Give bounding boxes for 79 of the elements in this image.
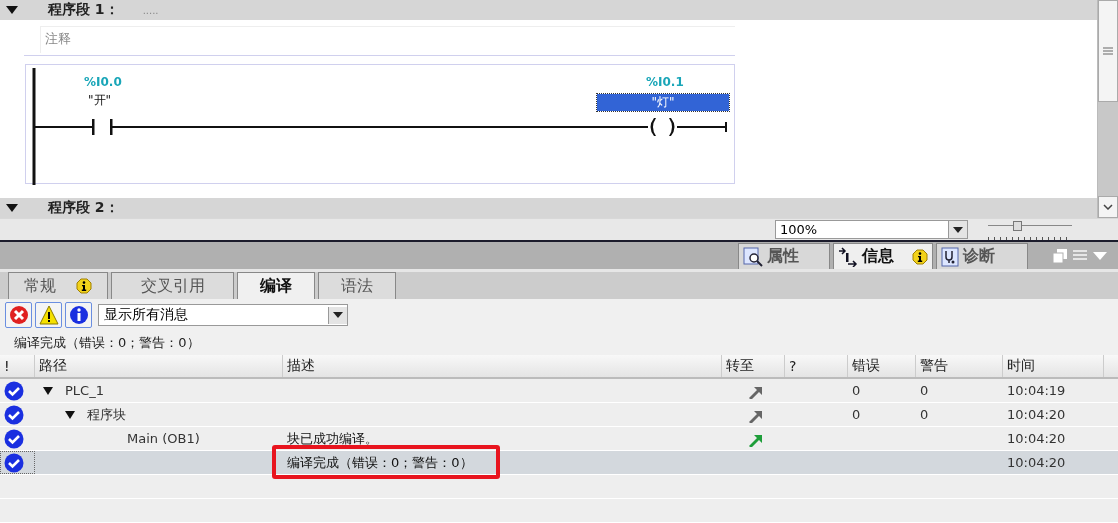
column-header[interactable]: 警告 <box>916 355 1003 377</box>
coil-symbol[interactable] <box>650 118 675 137</box>
coil-address: %I0.1 <box>646 75 684 90</box>
dropdown-arrow-icon <box>333 312 343 318</box>
timestamp: 10:04:19 <box>1007 383 1066 398</box>
error-count: 0 <box>852 383 861 398</box>
warning-icon <box>38 305 59 325</box>
timestamp: 10:04:20 <box>1007 431 1066 446</box>
dropdown-arrow-icon <box>953 226 963 233</box>
inspector-tab[interactable]: 诊断 <box>936 243 1028 269</box>
timestamp: 10:04:20 <box>1007 455 1066 470</box>
slider-thumb[interactable] <box>1013 221 1023 231</box>
message-tab[interactable]: 编译 <box>237 272 315 299</box>
info-filter-button[interactable] <box>65 302 92 328</box>
contact-tag[interactable]: "开" <box>88 92 112 110</box>
message-tab[interactable]: 交叉引用 <box>111 272 234 299</box>
inspector-tab[interactable]: 属性 <box>738 243 830 269</box>
contact-symbol[interactable] <box>92 119 113 136</box>
column-header[interactable]: 转至 <box>722 355 785 377</box>
stethoscope-icon <box>941 246 959 267</box>
success-check-icon <box>4 428 24 449</box>
message-tab[interactable]: 常规 <box>8 272 108 299</box>
table-row[interactable]: 程序块 0 0 10:04:20 <box>0 403 1118 427</box>
magnifier-document-icon <box>743 246 763 267</box>
inspector-tab[interactable]: 信息 <box>833 243 933 269</box>
grip-icon <box>1103 47 1113 55</box>
success-check-icon <box>4 404 24 425</box>
scroll-thumb[interactable] <box>1098 0 1118 102</box>
table-row[interactable]: 编译完成（错误：0；警告：0） 10:04:20 <box>0 451 1118 475</box>
success-check-icon <box>4 452 24 473</box>
message-text: 块已成功编译。 <box>287 429 378 448</box>
info-arrows-icon <box>838 246 858 267</box>
tab-label: 常规 <box>24 275 56 297</box>
contact-address: %I0.0 <box>84 75 122 90</box>
tab-label: 属性 <box>767 246 799 267</box>
scroll-down-button[interactable] <box>1098 196 1118 218</box>
tab-label: 交叉引用 <box>140 275 205 297</box>
network-comment-hint: ..... <box>142 4 159 16</box>
network-title: 程序段 1： <box>48 1 119 19</box>
column-header[interactable]: ! <box>0 355 35 377</box>
column-header[interactable]: 描述 <box>283 355 722 377</box>
expand-caret-icon[interactable] <box>43 386 53 395</box>
column-header[interactable]: ? <box>785 355 848 377</box>
warning-count: 0 <box>920 407 929 422</box>
tab-label: 诊断 <box>963 246 995 267</box>
tree-item[interactable]: 程序块 <box>87 405 126 424</box>
tab-label: 信息 <box>862 246 894 267</box>
message-filter-dropdown[interactable]: 显示所有消息 <box>98 304 348 326</box>
zoom-combo[interactable]: 100% <box>775 220 968 239</box>
info-icon <box>68 305 89 325</box>
chevron-down-icon <box>1103 204 1113 210</box>
collapse-caret-icon[interactable] <box>6 204 18 212</box>
network-title: 程序段 2： <box>48 199 119 217</box>
message-tab[interactable]: 语法 <box>318 272 396 299</box>
error-count: 0 <box>852 407 861 422</box>
coil-tag[interactable]: "灯" <box>597 94 729 112</box>
rung-wire <box>33 126 93 129</box>
rung-wire <box>676 121 727 134</box>
warning-count: 0 <box>920 383 929 398</box>
message-text: 编译完成（错误：0；警告：0） <box>287 453 473 472</box>
table-row[interactable]: Main (OB1) 块已成功编译。 10:04:20 <box>0 427 1118 451</box>
timestamp: 10:04:20 <box>1007 407 1066 422</box>
tree-item[interactable]: PLC_1 <box>65 383 104 398</box>
collapse-caret-icon[interactable] <box>6 6 18 14</box>
vertical-scrollbar[interactable] <box>1097 0 1118 218</box>
compile-status: 编译完成（错误：0；警告：0） <box>13 334 201 352</box>
error-filter-button[interactable] <box>5 302 32 328</box>
table-row[interactable]: PLC_1 0 0 10:04:19 <box>0 379 1118 403</box>
success-check-icon <box>4 380 24 401</box>
error-icon <box>8 305 29 325</box>
comment-field[interactable]: 注释 <box>40 26 735 54</box>
column-header[interactable]: 错误 <box>848 355 916 377</box>
expand-caret-icon[interactable] <box>65 410 75 419</box>
column-header[interactable]: 路径 <box>35 355 283 377</box>
tab-label: 编译 <box>260 275 292 297</box>
tree-item[interactable]: Main (OB1) <box>127 431 200 446</box>
column-header[interactable]: 时间 <box>1003 355 1104 377</box>
tab-label: 语法 <box>341 275 373 297</box>
warning-filter-button[interactable] <box>35 302 62 328</box>
